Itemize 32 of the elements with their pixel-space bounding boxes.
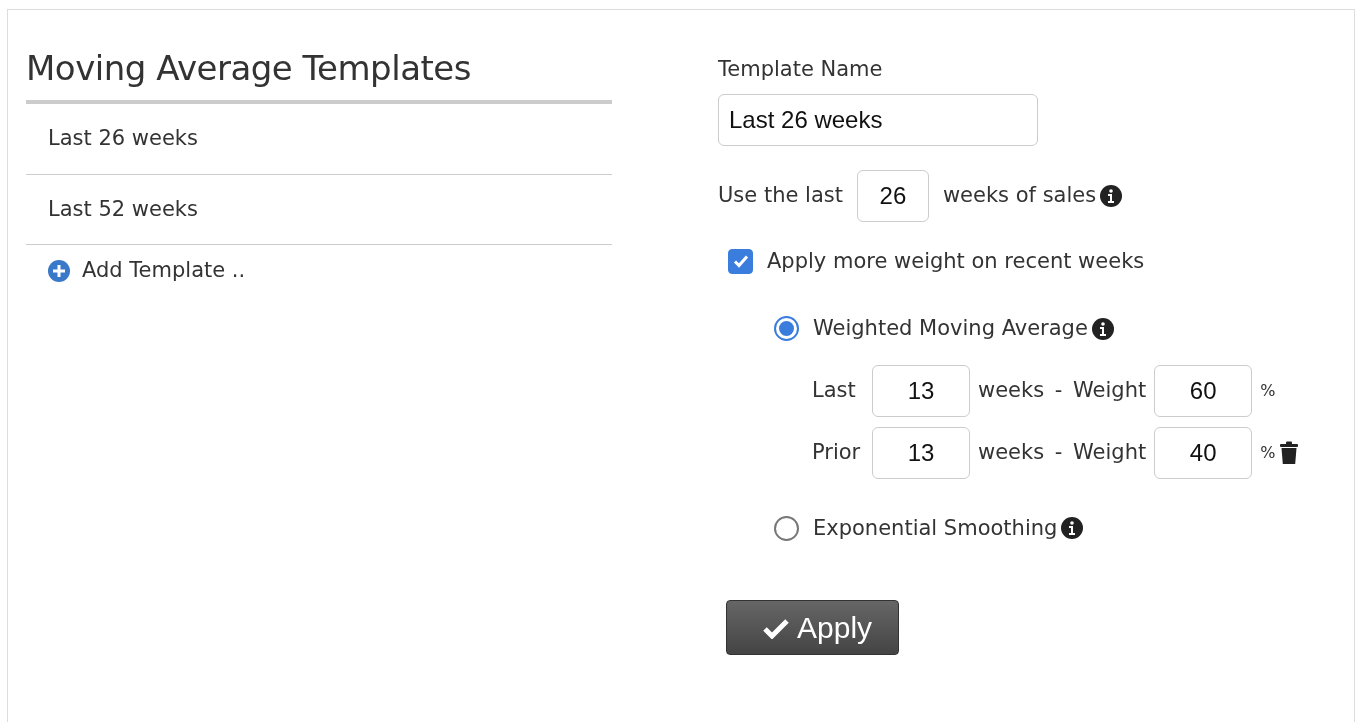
radio-button[interactable] [774, 515, 799, 541]
check-icon [763, 616, 789, 639]
radio-button[interactable] [774, 316, 799, 342]
percent-label: % [1260, 379, 1276, 402]
checkbox[interactable] [728, 248, 753, 274]
field-label: Use the last [718, 181, 843, 209]
apply-button[interactable]: Apply [726, 600, 900, 655]
template-item[interactable]: Last 52 weeks [48, 196, 198, 221]
info-icon[interactable] [1061, 517, 1084, 540]
field-label: weeks of sales [942, 181, 1097, 209]
weeks-field[interactable]: 26 [856, 169, 929, 222]
percent-label: % [1260, 441, 1276, 464]
row-label: weeks - Weight [978, 438, 1147, 466]
add-template-link[interactable]: Add Template .. [26, 245, 268, 297]
weeks-field[interactable]: 13 [872, 364, 970, 417]
trash-icon[interactable] [1279, 440, 1300, 465]
weeks-field[interactable]: 13 [872, 426, 970, 479]
weight-field[interactable]: 40 [1154, 426, 1253, 479]
info-icon[interactable] [1100, 184, 1123, 207]
weight-field[interactable]: 60 [1154, 364, 1253, 417]
row-label: Last [812, 376, 857, 404]
info-icon[interactable] [1091, 317, 1114, 340]
radio-label: Exponential Smoothing [813, 514, 1058, 542]
row-label: weeks - Weight [978, 376, 1147, 404]
template-item[interactable]: Last 26 weeks [48, 126, 198, 151]
checkbox-label: Apply more weight on recent weeks [767, 247, 1145, 275]
plus-circle-icon [48, 260, 70, 283]
field-label: Template Name [718, 56, 884, 83]
template-name-field[interactable]: Last 26 weeks [718, 93, 1038, 146]
radio-label: Weighted Moving Average [813, 315, 1088, 342]
row-label: Prior [812, 438, 862, 466]
panel-title: Moving Average Templates [26, 46, 612, 105]
